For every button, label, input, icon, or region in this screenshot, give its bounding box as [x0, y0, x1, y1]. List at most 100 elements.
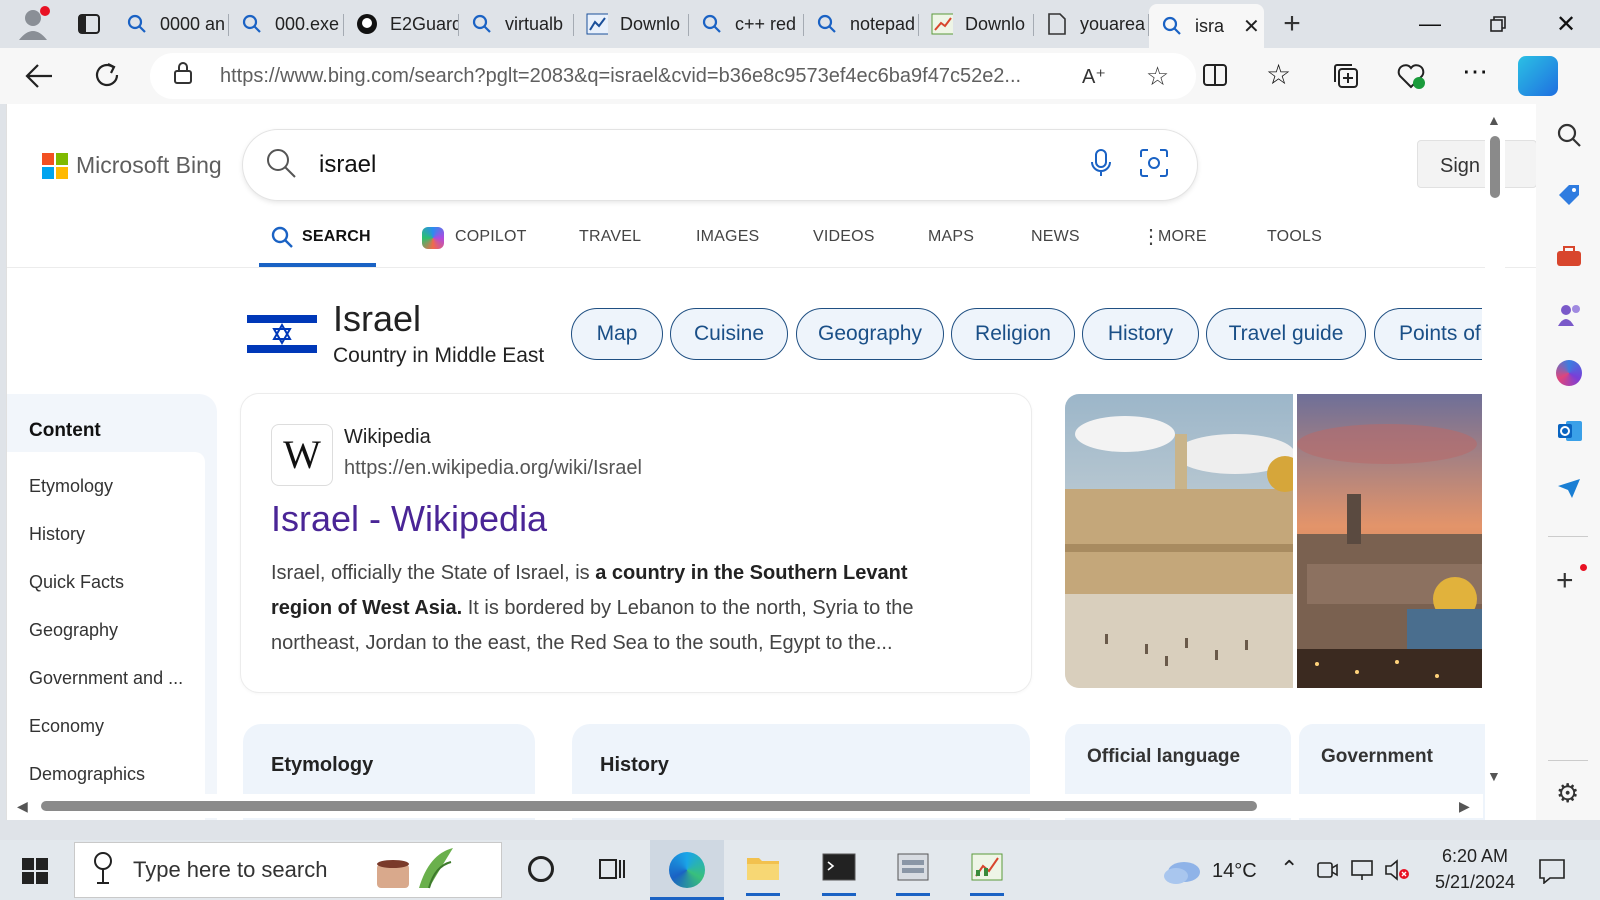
edge-taskbar-button[interactable] — [650, 840, 724, 900]
content-item-demographics[interactable]: Demographics — [29, 764, 145, 785]
close-tab-icon[interactable]: ✕ — [1243, 14, 1260, 39]
chip-religion[interactable]: Religion — [951, 308, 1075, 360]
split-screen-icon[interactable] — [1202, 62, 1228, 93]
chip-map[interactable]: Map — [571, 308, 663, 360]
chip-history[interactable]: History — [1082, 308, 1199, 360]
nav-images[interactable]: IMAGES — [696, 228, 759, 246]
horizontal-scroll-thumb[interactable] — [41, 801, 1257, 811]
chip-travel-guide[interactable]: Travel guide — [1206, 308, 1366, 360]
nav-news[interactable]: NEWS — [1031, 228, 1080, 246]
browser-tab[interactable]: c++ red — [689, 4, 804, 44]
minimize-button[interactable]: — — [1396, 11, 1464, 37]
url-text[interactable]: https://www.bing.com/search?pglt=2083&q=… — [220, 65, 1060, 88]
result-title-link[interactable]: Israel - Wikipedia — [271, 498, 547, 540]
shopping-tag-icon[interactable] — [1556, 182, 1582, 213]
content-item-etymology[interactable]: Etymology — [29, 476, 113, 497]
browser-tab[interactable]: E2Guard — [344, 4, 459, 44]
content-item-history[interactable]: History — [29, 524, 85, 545]
content-item-government[interactable]: Government and ... — [29, 668, 183, 689]
nav-travel[interactable]: TRAVEL — [579, 228, 641, 246]
profile-avatar[interactable] — [0, 0, 64, 48]
nav-tools[interactable]: TOOLS — [1267, 228, 1322, 246]
send-drop-icon[interactable] — [1556, 476, 1582, 505]
browser-tab[interactable]: 000.exe — [229, 4, 344, 44]
tools-briefcase-icon[interactable] — [1555, 244, 1583, 273]
browser-tab[interactable]: youarea — [1034, 4, 1149, 44]
cortana-icon[interactable] — [528, 856, 554, 882]
close-window-button[interactable]: ✕ — [1532, 10, 1600, 39]
bing-logo[interactable]: Microsoft Bing — [42, 152, 222, 179]
vertical-scrollbar[interactable]: ▲ ▼ — [1485, 104, 1505, 820]
outlook-icon[interactable] — [1556, 418, 1584, 449]
browser-tab[interactable]: Downlo — [919, 4, 1034, 44]
notifications-icon[interactable] — [1538, 858, 1566, 889]
jerusalem-sunset-image[interactable] — [1297, 394, 1482, 688]
result-source[interactable]: Wikipedia — [344, 426, 431, 449]
games-icon[interactable] — [1556, 302, 1582, 333]
chip-cuisine[interactable]: Cuisine — [670, 308, 788, 360]
content-item-economy[interactable]: Economy — [29, 716, 104, 737]
wikipedia-logo-icon[interactable]: W — [271, 424, 333, 486]
browser-tab[interactable]: Downlo — [574, 4, 689, 44]
copilot-icon[interactable] — [1518, 56, 1558, 96]
network-icon[interactable] — [1350, 859, 1376, 886]
microphone-icon[interactable] — [1089, 148, 1113, 183]
search-icon — [1161, 16, 1183, 36]
volume-muted-icon[interactable] — [1384, 858, 1410, 887]
nav-copilot[interactable]: COPILOT — [455, 228, 527, 246]
nav-maps[interactable]: MAPS — [928, 228, 974, 246]
nav-videos[interactable]: VIDEOS — [813, 228, 875, 246]
chart-app-icon[interactable] — [970, 852, 1004, 896]
search-box[interactable]: israel — [243, 130, 1197, 200]
visual-search-icon[interactable] — [1139, 148, 1169, 183]
clock-date[interactable]: 5/21/2024 — [1424, 872, 1526, 893]
terminal-icon[interactable] — [822, 852, 856, 896]
browser-tab[interactable]: isra ✕ — [1149, 4, 1264, 48]
more-options-icon[interactable]: ⋯ — [1462, 56, 1489, 87]
browser-tab[interactable]: 0000 an — [114, 4, 229, 44]
lock-icon[interactable] — [172, 61, 212, 91]
chip-geography[interactable]: Geography — [796, 308, 944, 360]
task-view-icon[interactable] — [598, 856, 626, 887]
vertical-scroll-thumb[interactable] — [1490, 136, 1500, 198]
read-aloud-icon[interactable]: A⁺ — [1082, 64, 1106, 89]
result-url[interactable]: https://en.wikipedia.org/wiki/Israel — [344, 457, 642, 480]
content-item-geography[interactable]: Geography — [29, 620, 118, 641]
nav-search[interactable]: SEARCH — [302, 228, 371, 246]
sidebar-settings-icon[interactable]: ⚙ — [1556, 778, 1579, 809]
new-tab-button[interactable]: + — [1264, 0, 1320, 48]
clock-time[interactable]: 6:20 AM — [1432, 846, 1518, 867]
browser-tab[interactable]: virtualb — [459, 4, 574, 44]
meet-now-icon[interactable] — [1316, 860, 1338, 885]
address-bar[interactable]: https://www.bing.com/search?pglt=2083&q=… — [150, 53, 1196, 99]
browser-essentials-icon[interactable] — [1396, 62, 1426, 95]
taskbar-search-box[interactable]: Type here to search — [74, 842, 502, 898]
scroll-down-arrow[interactable]: ▼ — [1487, 768, 1501, 784]
collections-icon[interactable] — [1332, 62, 1360, 95]
file-explorer-icon[interactable] — [746, 852, 780, 896]
restore-button[interactable] — [1464, 15, 1532, 33]
show-hidden-icons-chevron-icon[interactable]: ⌃ — [1280, 856, 1298, 882]
start-button[interactable] — [22, 858, 48, 889]
favorite-star-icon[interactable]: ☆ — [1146, 61, 1169, 92]
server-app-icon[interactable] — [896, 852, 930, 896]
favorites-icon[interactable]: ☆ — [1266, 58, 1291, 91]
sidebar-add-icon[interactable]: + — [1556, 564, 1574, 598]
search-input[interactable]: israel — [319, 151, 1089, 179]
scroll-up-arrow[interactable]: ▲ — [1487, 112, 1501, 128]
weather-cloud-icon[interactable] — [1162, 854, 1202, 891]
scroll-right-arrow[interactable]: ▶ — [1459, 798, 1470, 815]
microsoft365-icon[interactable] — [1556, 360, 1582, 386]
sidebar-search-icon[interactable] — [1556, 122, 1582, 153]
nav-more[interactable]: MORE — [1158, 228, 1207, 246]
sign-in-button[interactable]: Sign — [1417, 140, 1536, 188]
weather-temperature[interactable]: 14°C — [1212, 860, 1257, 883]
jerusalem-western-wall-image[interactable] — [1065, 394, 1293, 688]
browser-tab[interactable]: notepad — [804, 4, 919, 44]
content-item-quick-facts[interactable]: Quick Facts — [29, 572, 124, 593]
refresh-button[interactable] — [92, 60, 122, 95]
tab-actions-icon[interactable] — [64, 0, 114, 48]
back-button[interactable] — [24, 62, 54, 95]
scroll-left-arrow[interactable]: ◀ — [17, 798, 28, 815]
horizontal-scrollbar[interactable]: ◀ ▶ — [7, 794, 1483, 818]
